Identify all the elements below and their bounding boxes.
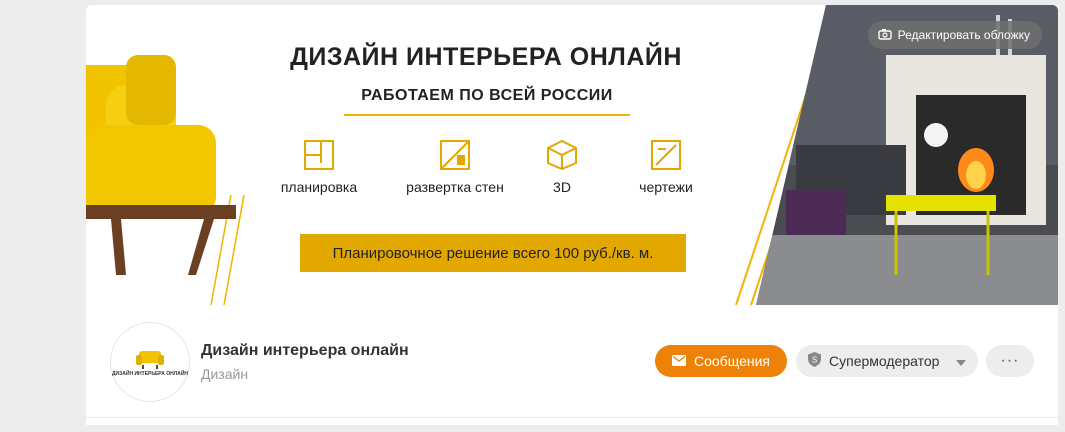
feature-3d: 3D bbox=[532, 139, 592, 195]
feature-label: развертка стен bbox=[406, 179, 504, 195]
feature-label: чертежи bbox=[639, 179, 693, 195]
messages-button[interactable]: Сообщения bbox=[655, 345, 787, 377]
feature-label: планировка bbox=[280, 179, 358, 195]
avatar-caption: ДИЗАЙН ИНТЕРЬЕРА ОНЛАЙН bbox=[111, 371, 189, 377]
floorplan-icon bbox=[303, 139, 335, 171]
group-name[interactable]: Дизайн интерьера онлайн bbox=[201, 342, 409, 360]
cube-3d-icon bbox=[546, 139, 578, 171]
feature-floorplan: планировка bbox=[274, 139, 364, 195]
messages-label: Сообщения bbox=[694, 353, 770, 369]
role-dropdown[interactable]: S Супермодератор bbox=[796, 345, 978, 377]
avatar[interactable]: ДИЗАЙН ИНТЕРЬЕРА ОНЛАЙН bbox=[110, 322, 190, 402]
drawings-icon bbox=[650, 139, 682, 171]
edit-cover-label: Редактировать обложку bbox=[897, 28, 1030, 42]
edit-cover-button[interactable]: Редактировать обложку bbox=[867, 21, 1042, 49]
banner-subtitle: РАБОТАЕМ ПО ВСЕЙ РОССИИ bbox=[361, 87, 613, 104]
chevron-down-icon bbox=[956, 353, 966, 369]
feature-wall-layout: развертка стен bbox=[395, 139, 515, 195]
role-label: Супермодератор bbox=[829, 353, 940, 369]
svg-text:S: S bbox=[812, 356, 817, 365]
camera-icon bbox=[877, 28, 892, 43]
subtitle-underline bbox=[344, 114, 630, 116]
divider bbox=[86, 417, 1058, 418]
feature-label: 3D bbox=[553, 179, 571, 195]
group-category[interactable]: Дизайн bbox=[201, 366, 248, 382]
envelope-icon bbox=[672, 353, 686, 369]
shield-icon: S bbox=[808, 352, 821, 370]
banner-title: ДИЗАЙН ИНТЕРЬЕРА ОНЛАЙН bbox=[290, 43, 682, 71]
wall-layout-icon bbox=[439, 139, 471, 171]
more-options-button[interactable]: ··· bbox=[986, 345, 1034, 377]
promo-banner: Планировочное решение всего 100 руб./кв.… bbox=[300, 234, 686, 272]
sofa-illustration bbox=[86, 55, 236, 275]
feature-drawings: чертежи bbox=[626, 139, 706, 195]
cover-image: Редактировать обложку ДИЗАЙН ИНТЕРЬЕРА О… bbox=[86, 5, 1058, 305]
armchair-logo bbox=[136, 351, 164, 369]
more-icon: ··· bbox=[1000, 352, 1020, 369]
group-card: Редактировать обложку ДИЗАЙН ИНТЕРЬЕРА О… bbox=[86, 5, 1058, 425]
